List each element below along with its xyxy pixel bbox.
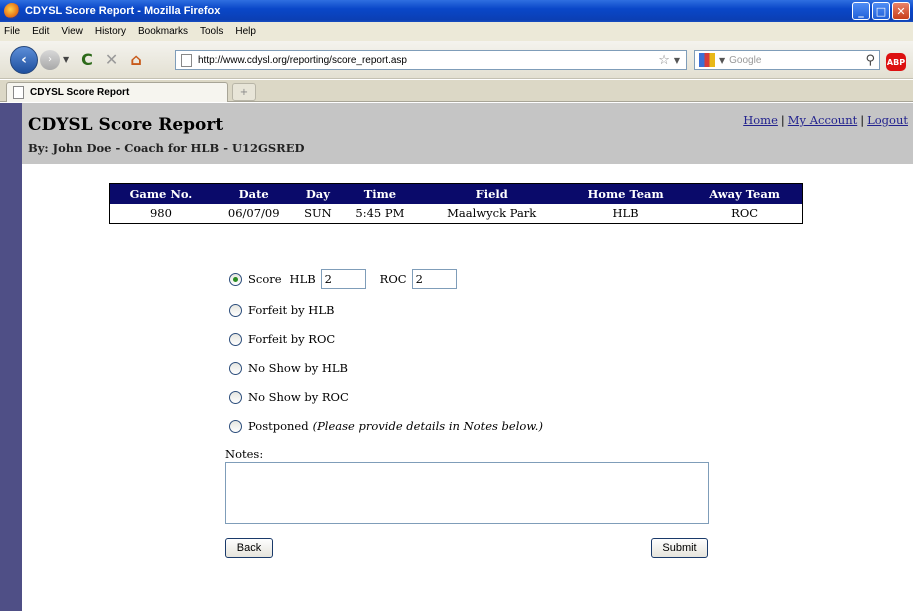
table-row: 980 06/07/09 SUN 5:45 PM Maalwyck Park H… [110, 204, 803, 224]
menu-tools[interactable]: Tools [200, 26, 223, 37]
home-link[interactable]: Home [743, 113, 778, 127]
search-icon[interactable]: ⚲ [865, 53, 875, 68]
home-icon[interactable]: ⌂ [130, 50, 141, 69]
firefox-icon [4, 3, 20, 19]
navigation-toolbar: ‹ › ▼ C ✕ ⌂ http://www.cdysl.org/reporti… [0, 41, 913, 79]
logout-link[interactable]: Logout [867, 113, 908, 127]
col-away-team: Away Team [687, 183, 803, 204]
score-radio[interactable] [229, 272, 242, 286]
home-score-input[interactable] [320, 269, 366, 289]
option-score: Score HLB ROC [229, 269, 457, 289]
maximize-button[interactable]: □ [872, 2, 890, 20]
window-titlebar: CDYSL Score Report - Mozilla Firefox _ □… [0, 0, 913, 22]
search-engine-dropdown-icon[interactable]: ▼ [719, 56, 725, 65]
url-text[interactable]: http://www.cdysl.org/reporting/score_rep… [198, 55, 658, 66]
noshow-away-label: No Show by ROC [248, 390, 349, 404]
menu-bookmarks[interactable]: Bookmarks [138, 26, 188, 37]
cell-game-no: 980 [149, 206, 172, 221]
forfeit-home-radio[interactable] [229, 303, 242, 317]
home-team-label: HLB [289, 272, 316, 286]
table-header-row: Game No. Date Day Time Field Home Team A… [109, 183, 803, 204]
window-title: CDYSL Score Report - Mozilla Firefox [25, 5, 221, 17]
adblock-icon[interactable]: ABP [886, 53, 906, 71]
away-team-label: ROC [379, 272, 407, 286]
cell-home-team: HLB [612, 206, 639, 221]
cell-day: SUN [304, 206, 332, 221]
menu-edit[interactable]: Edit [32, 26, 49, 37]
menu-history[interactable]: History [95, 26, 126, 37]
game-info-table: Game No. Date Day Time Field Home Team A… [109, 183, 803, 224]
history-dropdown-icon[interactable]: ▼ [63, 55, 69, 64]
page-header: CDYSL Score Report By: John Doe - Coach … [22, 103, 913, 164]
score-label: Score [248, 272, 282, 286]
noshow-home-label: No Show by HLB [248, 361, 348, 375]
tab-score-report[interactable]: CDYSL Score Report [6, 82, 228, 102]
my-account-link[interactable]: My Account [788, 113, 857, 127]
url-dropdown-icon[interactable]: ▼ [674, 56, 680, 65]
minimize-button[interactable]: _ [852, 2, 870, 20]
tab-label: CDYSL Score Report [30, 87, 130, 98]
back-arrow-icon[interactable]: ‹ [10, 45, 38, 74]
col-field: Field [419, 183, 564, 204]
forfeit-away-radio[interactable] [229, 332, 242, 346]
coach-subtitle: By: John Doe - Coach for HLB - U12GSRED [28, 141, 305, 155]
option-forfeit-home: Forfeit by HLB [229, 303, 334, 317]
left-sidebar-stripe [0, 103, 22, 611]
postponed-hint: (Please provide details in Notes below.) [312, 419, 543, 433]
menu-view[interactable]: View [61, 26, 83, 37]
notes-textarea[interactable] [225, 462, 709, 524]
menu-file[interactable]: File [4, 26, 20, 37]
col-date: Date [211, 183, 296, 204]
forfeit-home-label: Forfeit by HLB [248, 303, 335, 317]
search-bar[interactable]: ▼ Google ⚲ [694, 50, 880, 70]
forfeit-away-label: Forfeit by ROC [248, 332, 336, 346]
page-icon [181, 53, 192, 67]
col-game-no: Game No. [109, 183, 212, 204]
tab-bar: CDYSL Score Report + [0, 80, 913, 102]
page-icon [13, 86, 24, 99]
cell-date: 06/07/09 [227, 206, 280, 221]
close-window-button[interactable]: ✕ [892, 2, 910, 20]
submit-button[interactable]: Submit [651, 538, 708, 558]
page-content: CDYSL Score Report By: John Doe - Coach … [0, 103, 913, 611]
forward-arrow-icon[interactable]: › [40, 49, 60, 70]
google-icon[interactable] [699, 53, 715, 67]
postponed-label: Postponed [248, 419, 309, 433]
notes-label: Notes: [225, 447, 264, 461]
stop-icon[interactable]: ✕ [105, 50, 118, 69]
option-noshow-away: No Show by ROC [229, 390, 349, 404]
new-tab-button[interactable]: + [232, 83, 256, 101]
bookmark-star-icon[interactable]: ☆ [658, 53, 670, 68]
cell-field: Maalwyck Park [447, 206, 537, 221]
option-forfeit-away: Forfeit by ROC [229, 332, 335, 346]
reload-icon[interactable]: C [81, 50, 93, 69]
menu-help[interactable]: Help [235, 26, 256, 37]
url-bar[interactable]: http://www.cdysl.org/reporting/score_rep… [175, 50, 687, 70]
col-day: Day [295, 183, 341, 204]
away-score-input[interactable] [411, 269, 457, 289]
option-noshow-home: No Show by HLB [229, 361, 348, 375]
search-placeholder[interactable]: Google [729, 55, 865, 66]
noshow-away-radio[interactable] [229, 390, 242, 404]
menu-bar: File Edit View History Bookmarks Tools H… [0, 22, 913, 41]
option-postponed: Postponed (Please provide details in Not… [229, 419, 543, 433]
postponed-radio[interactable] [229, 419, 242, 433]
back-button[interactable]: Back [225, 538, 273, 558]
noshow-home-radio[interactable] [229, 361, 242, 375]
cell-away-team: ROC [731, 206, 759, 221]
page-title: CDYSL Score Report [28, 115, 224, 135]
top-links: Home | My Account | Logout [743, 113, 908, 127]
col-time: Time [340, 183, 420, 204]
cell-time: 5:45 PM [355, 206, 405, 221]
col-home-team: Home Team [563, 183, 688, 204]
